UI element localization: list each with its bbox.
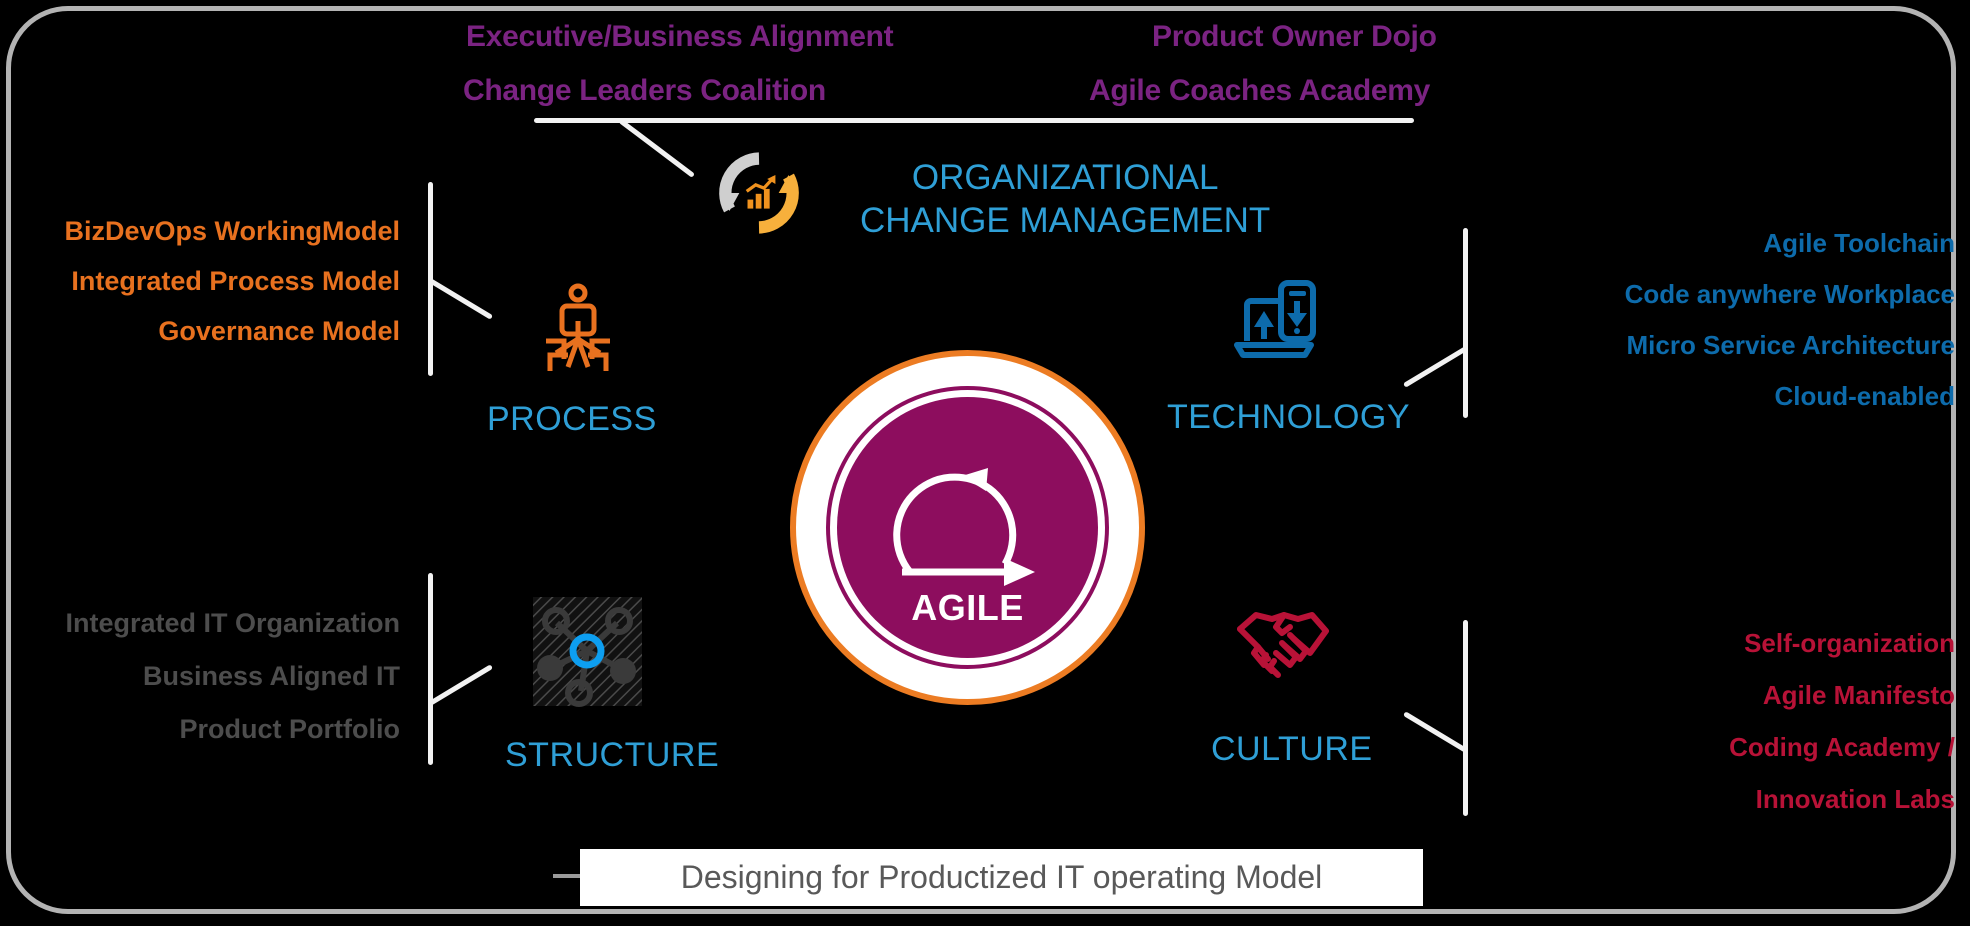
culture-item: Self-organization	[1744, 628, 1955, 658]
ocm-label-change-leaders-coalition: Change Leaders Coalition	[463, 74, 826, 107]
culture-bracket-diagonal	[1402, 711, 1468, 753]
process-item: Integrated Process Model	[71, 266, 400, 296]
culture-item: Agile Manifesto	[1762, 680, 1955, 710]
culture-item-list: Self-organization Agile Manifesto Coding…	[1520, 630, 1955, 838]
process-item: Governance Model	[158, 316, 400, 346]
handshake-icon	[1232, 605, 1332, 684]
culture-bracket-vertical	[1463, 620, 1468, 816]
process-bracket-diagonal	[428, 278, 494, 320]
structure-item: Product Portfolio	[179, 714, 400, 744]
ocm-label-product-owner-dojo: Product Owner Dojo	[1152, 20, 1437, 53]
ocm-connector-diagonal-line	[618, 118, 695, 178]
person-branching-arrows-icon	[540, 283, 616, 380]
structure-item: Integrated IT Organization	[65, 608, 400, 638]
process-item-list: BizDevOps WorkingModel Integrated Proces…	[0, 218, 400, 368]
technology-bracket-vertical	[1463, 228, 1468, 418]
agile-center-badge: AGILE	[790, 350, 1145, 705]
culture-bracket	[1402, 620, 1468, 816]
technology-bracket	[1402, 228, 1468, 418]
structure-bracket-diagonal	[428, 664, 494, 706]
pillar-title-structure: STRUCTURE	[505, 736, 720, 774]
process-item: BizDevOps WorkingModel	[64, 216, 400, 246]
caption-text: Designing for Productized IT operating M…	[680, 859, 1323, 895]
technology-bracket-diagonal	[1402, 346, 1468, 388]
structure-item: Business Aligned IT	[142, 661, 400, 691]
diagram-canvas: Executive/Business Alignment Change Lead…	[0, 0, 1970, 926]
structure-item-list: Integrated IT Organization Business Alig…	[0, 610, 400, 769]
technology-item-list: Agile Toolchain Code anywhere Workplace …	[1520, 230, 1955, 434]
pillar-title-technology: TECHNOLOGY	[1167, 398, 1411, 436]
ocm-connector-horizontal-line	[534, 118, 1414, 123]
culture-item: Innovation Labs	[1755, 784, 1955, 814]
technology-item: Code anywhere Workplace	[1624, 279, 1955, 309]
structure-bracket	[428, 573, 494, 765]
ocm-title: ORGANIZATIONAL CHANGE MANAGEMENT	[860, 157, 1270, 242]
technology-item: Agile Toolchain	[1763, 228, 1955, 258]
agile-iteration-arrow-icon	[893, 468, 1035, 586]
ocm-label-executive-business-alignment: Executive/Business Alignment	[466, 20, 894, 53]
pillar-title-process: PROCESS	[487, 400, 657, 438]
structure-bracket-vertical	[428, 573, 433, 765]
ocm-title-line-1: ORGANIZATIONAL	[911, 158, 1219, 197]
process-bracket	[428, 182, 494, 376]
agile-label: AGILE	[911, 587, 1024, 628]
caption-box: Designing for Productized IT operating M…	[580, 849, 1423, 906]
pillar-title-culture: CULTURE	[1211, 730, 1373, 768]
ocm-title-line-2: CHANGE MANAGEMENT	[860, 200, 1271, 240]
network-hub-nodes-icon	[531, 595, 644, 713]
circular-change-arrow-chart-icon	[718, 152, 800, 239]
technology-item: Micro Service Architecture	[1626, 330, 1955, 360]
culture-item: Coding Academy /	[1729, 732, 1955, 762]
ocm-label-agile-coaches-academy: Agile Coaches Academy	[1089, 74, 1431, 107]
laptop-phone-sync-icon	[1229, 279, 1319, 366]
caption-tick-mark	[553, 874, 583, 878]
technology-item: Cloud-enabled	[1774, 381, 1955, 411]
